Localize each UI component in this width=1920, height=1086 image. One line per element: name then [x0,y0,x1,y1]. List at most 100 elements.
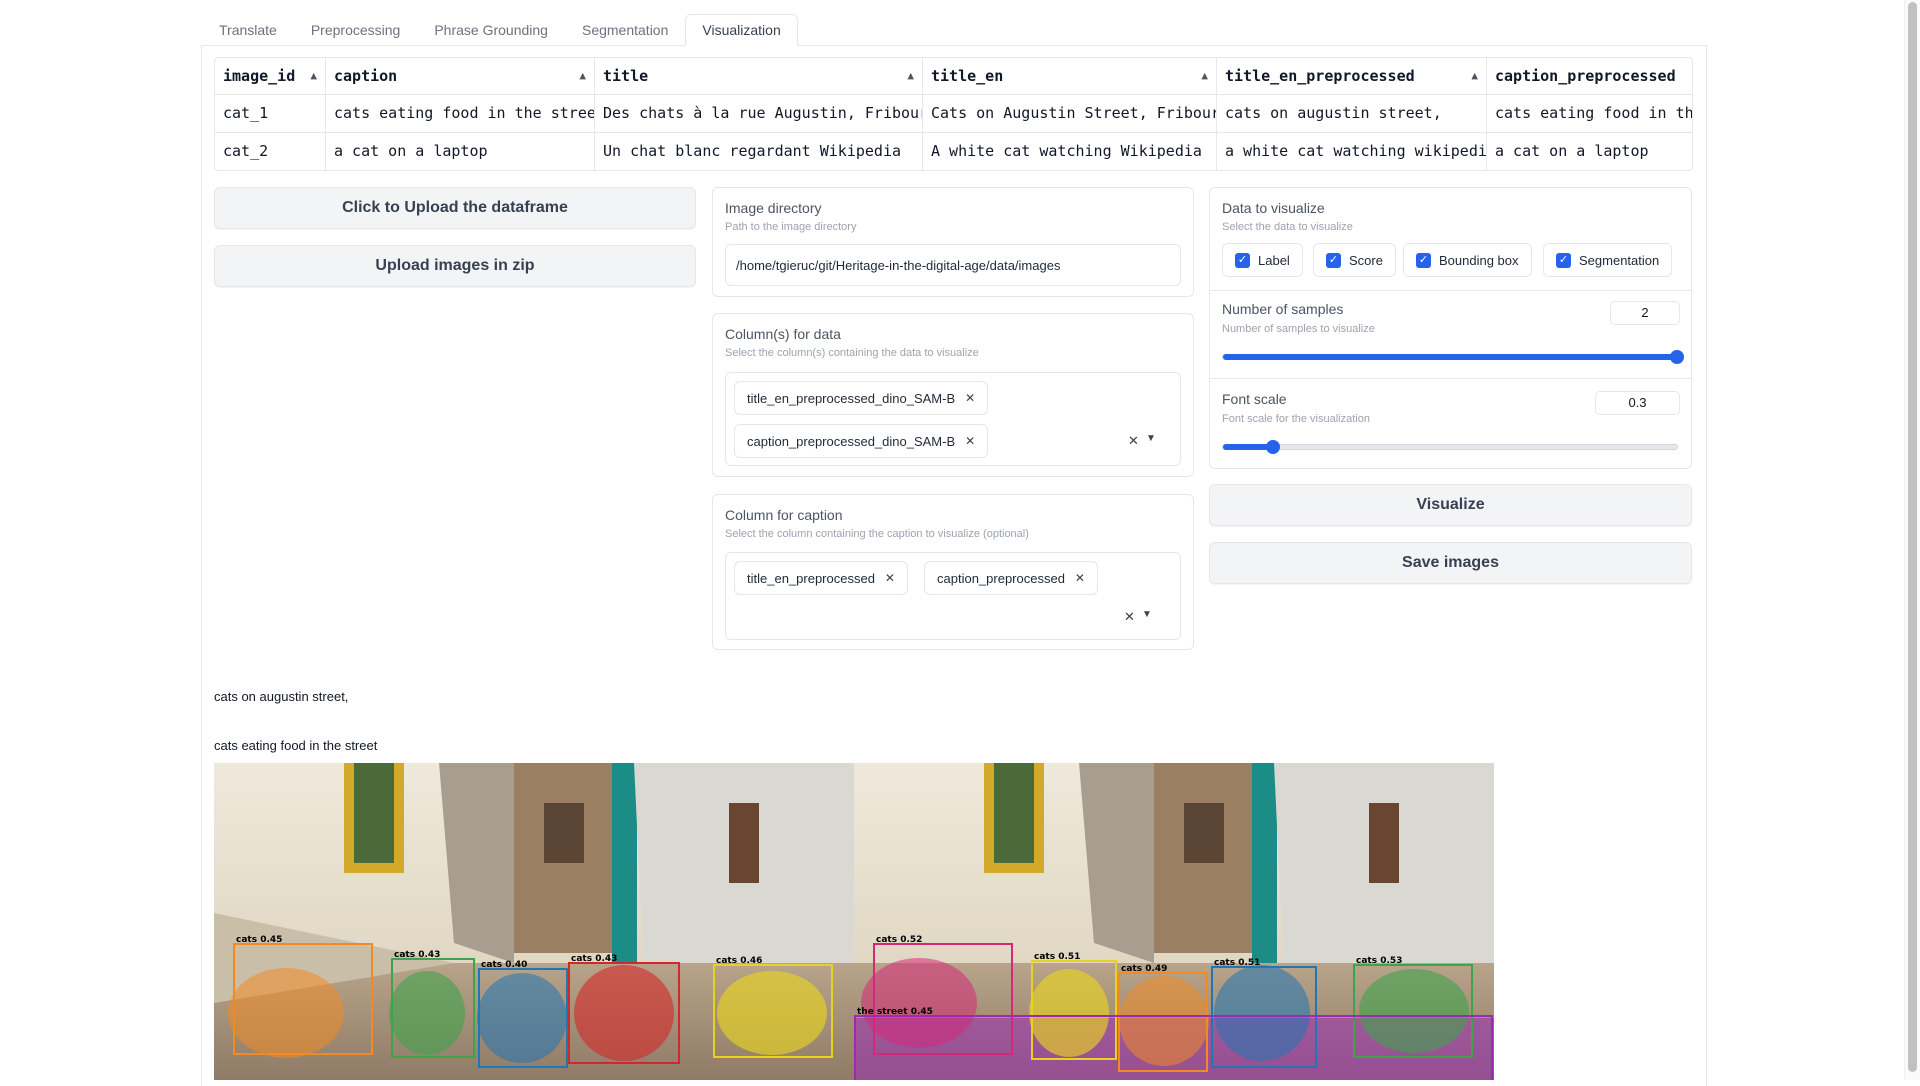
num-samples-label: Number of samples [1222,301,1344,317]
table-cell[interactable]: a cat on a laptop [1486,133,1692,170]
image-directory-panel: Image directory Path to the image direct… [712,187,1194,297]
scrollbar-thumb[interactable] [1908,2,1917,1072]
num-samples-input[interactable]: 2 [1610,301,1680,325]
remove-chip-icon[interactable]: ✕ [965,434,975,448]
sort-arrow-icon[interactable]: ▲ [1471,58,1478,94]
tab-bar: Translate Preprocessing Phrase Grounding… [202,14,798,46]
chip-label: title_en_preprocessed [747,570,875,586]
data-to-visualize-label: Data to visualize [1222,200,1325,216]
tab-phrase-grounding[interactable]: Phrase Grounding [417,14,565,45]
column-header-title-en[interactable]: title_en ▲ [922,58,1216,94]
column-header-caption-preprocessed[interactable]: caption_preprocessed [1486,58,1692,94]
upload-dataframe-button[interactable]: Click to Upload the dataframe [214,187,696,229]
columns-for-data-info: Select the column(s) containing the data… [725,347,979,359]
table-cell[interactable]: a cat on a laptop [325,133,594,170]
dropdown-arrow-icon[interactable]: ▼ [1142,609,1152,620]
upload-zip-button[interactable]: Upload images in zip [214,245,696,287]
sort-arrow-icon[interactable]: ▲ [579,58,586,94]
column-for-caption-info: Select the column containing the caption… [725,528,1029,540]
detection-label: the street 0.45 [857,1007,933,1017]
table-cell[interactable]: cats eating food in the street [325,95,594,132]
selected-chip: caption_preprocessed_dino_SAM-B ✕ [734,424,989,458]
column-header-caption[interactable]: caption ▲ [325,58,594,94]
font-scale-slider[interactable] [1222,440,1678,454]
column-header-title-en-preprocessed[interactable]: title_en_preprocessed ▲ [1216,58,1486,94]
sort-arrow-icon[interactable]: ▲ [310,58,317,94]
detection-label: cats 0.43 [571,954,617,964]
selected-chip: title_en_preprocessed_dino_SAM-B ✕ [734,381,989,415]
checkbox-bounding-box[interactable]: ✓ Bounding box [1403,243,1532,277]
visualization-options-panel: Data to visualize Select the data to vis… [1209,187,1692,469]
visualize-button[interactable]: Visualize [1209,484,1692,526]
image-caption: cats eating food in the street [214,738,378,753]
visualization-gallery: cats 0.45 cats 0.43 cats 0.40 cats 0.43 … [214,763,1494,1080]
table-cell[interactable]: Cats on Augustin Street, Fribourg [922,95,1216,132]
detection-label: cats 0.51 [1034,952,1080,962]
column-for-caption-panel: Column for caption Select the column con… [712,494,1194,650]
image-directory-info: Path to the image directory [725,221,857,233]
detection-label: cats 0.43 [394,950,440,960]
detection-label: cats 0.52 [876,935,922,945]
dropdown-arrow-icon[interactable]: ▼ [1146,433,1156,444]
visualization-images: cats 0.45 cats 0.43 cats 0.40 cats 0.43 … [214,763,1494,1080]
tab-translate[interactable]: Translate [202,14,294,45]
detection-label: cats 0.45 [236,935,282,945]
table-cell[interactable]: Des chats à la rue Augustin, Fribourg [594,95,922,132]
divider [1210,378,1691,379]
num-samples-slider[interactable] [1222,350,1684,364]
column-header-image-id[interactable]: image_id ▲ [215,58,325,94]
tab-visualization[interactable]: Visualization [685,14,798,46]
slider-thumb[interactable] [1670,350,1684,364]
page-scrollbar[interactable] [1904,0,1920,1080]
tab-preprocessing[interactable]: Preprocessing [294,14,418,45]
chip-label: caption_preprocessed_dino_SAM-B [747,433,956,449]
detection-label: cats 0.40 [481,960,527,970]
save-images-button[interactable]: Save images [1209,542,1692,584]
remove-chip-icon[interactable]: ✕ [885,571,895,585]
table-cell[interactable]: A white cat watching Wikipedia [922,133,1216,170]
column-header-title[interactable]: title ▲ [594,58,922,94]
num-samples-info: Number of samples to visualize [1222,323,1375,335]
table-row: cat_2 a cat on a laptop Un chat blanc re… [215,132,1692,170]
clear-all-icon[interactable]: ✕ [1124,609,1135,625]
table-cell[interactable]: cats on augustin street, [1216,95,1486,132]
columns-for-data-label: Column(s) for data [725,326,841,342]
checkbox-checked-icon[interactable]: ✓ [1556,252,1571,268]
detection-label: cats 0.49 [1121,964,1167,974]
chip-label: caption_preprocessed [937,570,1065,586]
remove-chip-icon[interactable]: ✕ [1075,571,1085,585]
selected-chip: caption_preprocessed ✕ [924,561,1098,595]
table-cell[interactable]: cat_2 [215,133,325,170]
columns-for-data-multiselect[interactable]: title_en_preprocessed_dino_SAM-B ✕ captio… [725,372,1181,466]
slider-fill [1223,354,1677,360]
clear-all-icon[interactable]: ✕ [1128,433,1139,449]
remove-chip-icon[interactable]: ✕ [965,391,975,405]
divider [1210,290,1691,291]
checkbox-checked-icon[interactable]: ✓ [1416,252,1431,268]
sort-arrow-icon[interactable]: ▲ [907,58,914,94]
data-to-visualize-info: Select the data to visualize [1222,221,1353,233]
checkbox-checked-icon[interactable]: ✓ [1235,252,1250,268]
detection-label: cats 0.46 [716,956,762,966]
checkbox-segmentation[interactable]: ✓ Segmentation [1543,243,1673,277]
checkbox-score[interactable]: ✓ Score [1313,243,1396,277]
sort-arrow-icon[interactable]: ▲ [1201,58,1208,94]
table-cell[interactable]: Un chat blanc regardant Wikipedia [594,133,922,170]
chip-label: title_en_preprocessed_dino_SAM-B [747,390,956,406]
checkbox-label[interactable]: ✓ Label [1222,243,1303,277]
column-for-caption-multiselect[interactable]: title_en_preprocessed ✕ caption_preproces… [725,552,1181,640]
slider-thumb[interactable] [1265,440,1280,454]
checkbox-checked-icon[interactable]: ✓ [1326,252,1341,268]
dataframe-table: image_id ▲ caption ▲ title ▲ title_en ▲ titl… [214,57,1693,171]
table-cell[interactable]: cat_1 [215,95,325,132]
table-header-row: image_id ▲ caption ▲ title ▲ title_en ▲ titl… [215,58,1692,94]
table-cell[interactable]: cats eating food in the [1486,95,1692,132]
font-scale-label: Font scale [1222,391,1287,407]
selected-chip: title_en_preprocessed ✕ [734,561,908,595]
detection-label: cats 0.53 [1356,956,1402,966]
table-cell[interactable]: a white cat watching wikipedia [1216,133,1486,170]
image-caption: cats on augustin street, [214,689,349,704]
font-scale-input[interactable]: 0.3 [1595,391,1680,415]
image-directory-input[interactable]: /home/tgieruc/git/Heritage-in-the-digita… [725,244,1181,286]
tab-segmentation[interactable]: Segmentation [565,14,685,45]
